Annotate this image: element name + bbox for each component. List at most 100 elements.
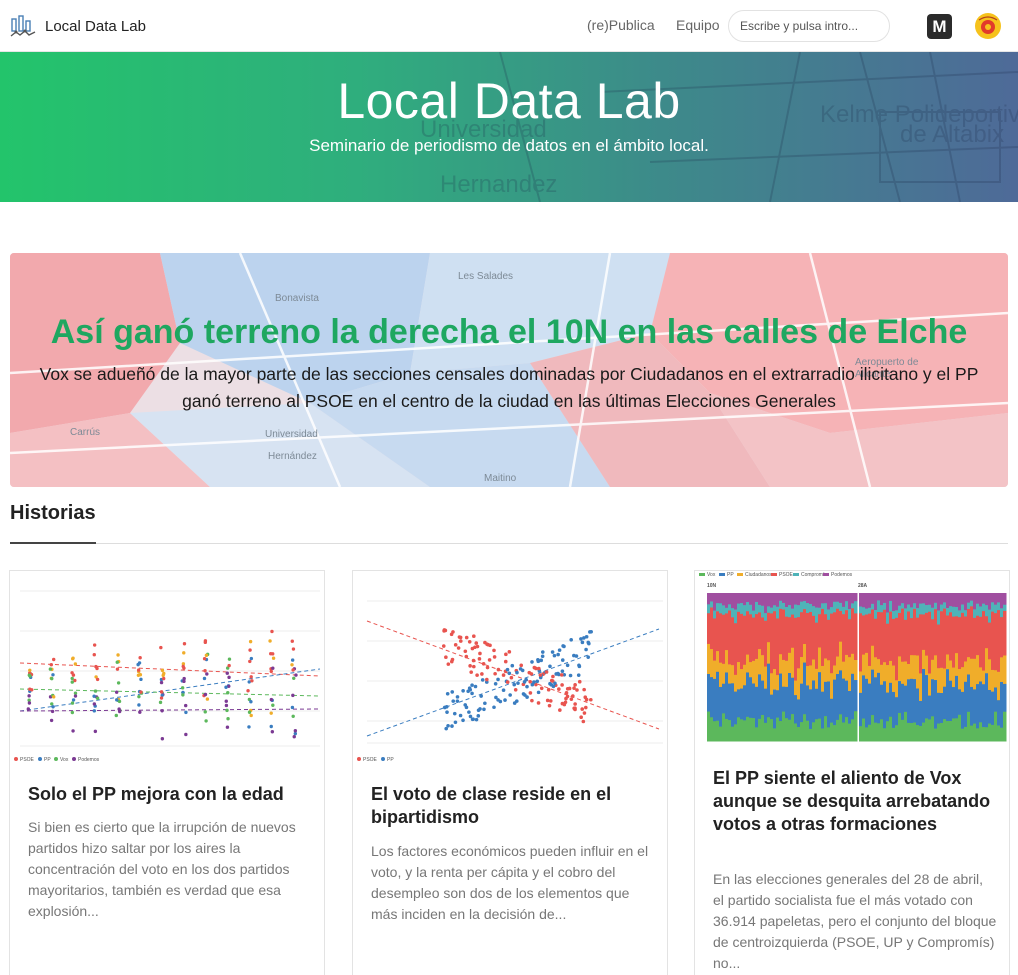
stacked-area-slice	[707, 603, 711, 614]
story-thumbnail-stacked-areas[interactable]: Vox PP Ciudadanos PSOE Compromís Podemos…	[695, 571, 1009, 747]
scatter-point	[589, 697, 593, 702]
featured-story-title[interactable]: Así ganó terreno la derecha el 10N en la…	[10, 313, 1008, 352]
stacked-area-slice	[907, 603, 911, 612]
stacked-area-slice	[895, 696, 899, 726]
stacked-area-slice	[842, 722, 846, 742]
story-thumbnail-income-scatter[interactable]: PSOE PP	[353, 571, 667, 761]
search-input[interactable]	[728, 10, 890, 42]
stacked-area-slice	[830, 698, 834, 723]
stacked-area-slice	[752, 610, 756, 618]
scatter-point	[584, 634, 589, 639]
scatter-point	[226, 716, 230, 721]
scatter-point	[184, 710, 188, 715]
stacked-area-slice	[985, 593, 989, 606]
scatter-point	[116, 681, 121, 685]
stacked-area-slice	[976, 593, 980, 604]
stacked-area-slice	[928, 611, 932, 674]
stacked-area-slice	[952, 606, 956, 617]
stacked-area-slice	[707, 643, 711, 674]
scatter-point	[92, 702, 97, 706]
stacked-area-slice	[949, 720, 953, 742]
stacked-area-slice	[973, 617, 977, 659]
stacked-area-slice	[991, 611, 995, 670]
stacked-area-slice	[943, 608, 947, 669]
stacked-area-slice	[839, 593, 843, 603]
stacked-area-slice	[943, 601, 947, 609]
stacked-area-slice	[737, 716, 741, 742]
stacked-area-slice	[901, 593, 905, 604]
nav-link-equipo[interactable]: Equipo	[676, 17, 720, 33]
stacked-area-slice	[1000, 593, 1004, 609]
stacked-area-slice	[934, 608, 938, 656]
university-seal-icon[interactable]	[974, 12, 1002, 40]
featured-story[interactable]: Les Salades Bonavista Carrús Universidad…	[10, 253, 1008, 487]
stacked-area-slice	[803, 643, 807, 663]
scatter-point	[224, 703, 229, 708]
nav-link-republica[interactable]: (re)Publica	[587, 17, 655, 33]
story-card-excerpt: En las elecciones generales del 28 de ab…	[713, 871, 997, 971]
scatter-point	[467, 639, 472, 644]
medium-icon[interactable]: M	[927, 14, 952, 39]
stacked-area-slice	[1003, 604, 1007, 611]
stacked-area-slice	[910, 654, 914, 679]
scatter-point	[473, 684, 478, 689]
stacked-area-slice	[776, 617, 780, 676]
stacked-area-slice	[874, 722, 878, 742]
stacked-area-slice	[937, 593, 941, 611]
stacked-area-slice	[883, 727, 887, 742]
stacked-area-slice	[937, 667, 941, 693]
stacked-area-slice	[788, 593, 792, 606]
brand-link[interactable]: Local Data Lab	[10, 13, 146, 39]
stacked-area-slice	[854, 612, 858, 660]
stacked-area-slice	[803, 713, 807, 742]
scatter-point	[565, 694, 570, 699]
story-card-title[interactable]: El PP siente el aliento de Vox aunque se…	[713, 767, 997, 836]
story-card-class-vote[interactable]: PSOE PP El voto de clase reside en el bi…	[352, 570, 668, 975]
scatter-point	[468, 664, 472, 668]
stacked-area-slice	[845, 609, 849, 655]
scatter-point	[95, 696, 100, 700]
scatter-point	[92, 694, 96, 698]
stacked-area-slice	[809, 611, 813, 666]
stacked-area-slice	[901, 602, 905, 609]
stacked-area-slice	[934, 728, 938, 742]
stacked-area-slice	[761, 605, 765, 618]
stacked-area-slice	[922, 602, 926, 615]
story-card-title[interactable]: El voto de clase reside en el bipartidis…	[371, 783, 655, 829]
scatter-point	[248, 648, 252, 652]
stacked-area-slice	[848, 723, 852, 742]
stacked-area-slice	[749, 593, 753, 605]
section-divider	[10, 543, 1008, 544]
stacked-area-slice	[713, 617, 717, 661]
stacked-area-slice	[773, 604, 777, 612]
stacked-area-slice	[943, 718, 947, 742]
stacked-area-slice	[928, 593, 932, 605]
stacked-area-slice	[755, 658, 759, 687]
scatter-point	[544, 670, 549, 674]
stacked-area-slice	[749, 717, 753, 742]
stacked-area-slice	[994, 604, 998, 614]
section-divider-accent	[10, 542, 96, 544]
scatter-point	[580, 707, 585, 711]
story-card-age[interactable]: PSOE PP Vox Podemos Solo el PP mejora co…	[9, 570, 325, 975]
story-card-title[interactable]: Solo el PP mejora con la edad	[28, 783, 312, 806]
stacked-area-slice	[919, 672, 923, 701]
stacked-area-slice	[970, 658, 974, 687]
stacked-area-slice	[895, 679, 899, 698]
stacked-area-slice	[955, 652, 959, 676]
svg-text:PSOE: PSOE	[779, 572, 794, 578]
stacked-area-slice	[922, 593, 926, 604]
story-card-pp-vox[interactable]: Vox PP Ciudadanos PSOE Compromís Podemos…	[694, 570, 1010, 975]
scatter-point	[137, 703, 141, 707]
stacked-area-slice	[976, 654, 980, 685]
stacked-area-slice	[779, 593, 783, 601]
stacked-area-slice	[707, 673, 711, 712]
story-thumbnail-age-scatter[interactable]: PSOE PP Vox Podemos	[10, 571, 324, 761]
stacked-area-slice	[979, 605, 983, 617]
stacked-area-slice	[716, 610, 720, 652]
scatter-point	[471, 658, 476, 663]
scatter-point	[569, 697, 574, 701]
scatter-point	[565, 663, 570, 668]
stacked-area-slice	[776, 593, 780, 607]
scatter-point	[582, 687, 586, 692]
